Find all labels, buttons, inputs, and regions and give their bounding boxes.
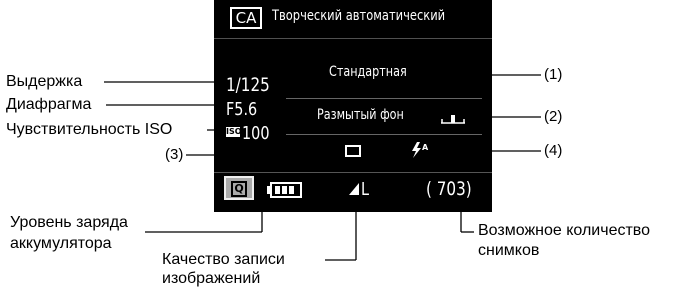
callout-shots-line2: снимков: [478, 242, 540, 259]
callout-shutter: Выдержка: [6, 73, 83, 90]
callout-quality-line1: Качество записи: [162, 251, 285, 268]
callout-iso: Чувствительность ISO: [6, 121, 173, 138]
callout-shots-line1: Возможное количество: [478, 222, 651, 239]
callout-quality-line2: изображений: [162, 270, 261, 287]
callout-number-3: (3): [165, 146, 184, 163]
callout-number-2: (2): [544, 108, 563, 125]
callout-battery-line1: Уровень заряда: [10, 214, 128, 231]
callout-number-1: (1): [544, 66, 563, 83]
callout-number-4: (4): [544, 142, 563, 159]
callout-aperture: Диафрагма: [6, 96, 92, 113]
callout-battery-line2: аккумулятора: [10, 235, 112, 252]
